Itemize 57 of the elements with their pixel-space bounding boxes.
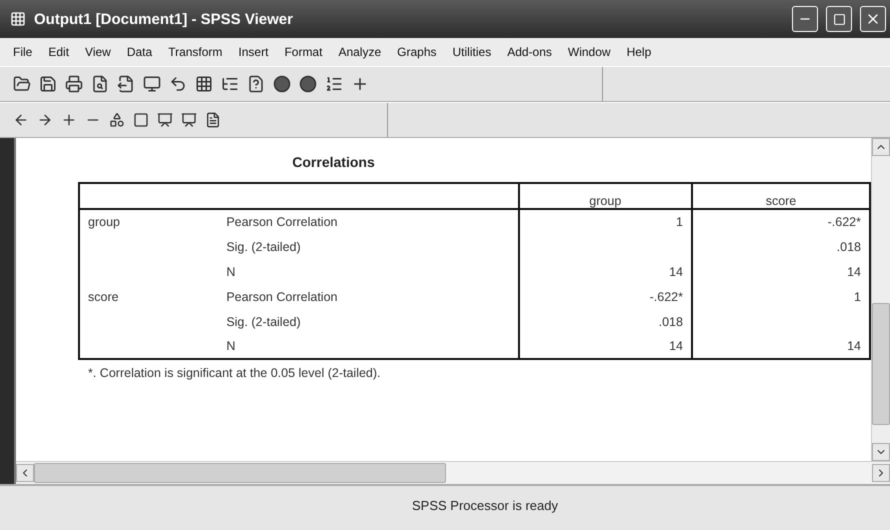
menu-item[interactable]: Format bbox=[277, 43, 330, 61]
scroll-thumb[interactable] bbox=[872, 303, 890, 425]
maximize-icon bbox=[832, 12, 846, 26]
vertical-scrollbar[interactable] bbox=[871, 138, 890, 461]
scroll-thumb[interactable] bbox=[34, 463, 446, 483]
table-title: Correlations bbox=[291, 154, 376, 170]
menu-item[interactable]: Data bbox=[120, 43, 160, 61]
footnote: *. Correlation is significant at the 0.05 level (2-tailed). bbox=[88, 366, 382, 380]
menu-item[interactable]: Window bbox=[560, 43, 618, 61]
menu-item[interactable]: Analyze bbox=[331, 43, 388, 61]
window-title: Output1 [Document1] - SPSS Viewer bbox=[34, 10, 294, 28]
row-label: score bbox=[79, 284, 218, 309]
menu-item[interactable]: Utilities bbox=[446, 43, 498, 61]
shapes-icon[interactable] bbox=[108, 111, 126, 129]
circle-icon[interactable] bbox=[272, 74, 292, 94]
row-label: Sig. (2-tailed) bbox=[218, 234, 519, 259]
presentation-icon[interactable] bbox=[156, 111, 174, 129]
menu-item[interactable]: Graphs bbox=[390, 43, 444, 61]
menu-item[interactable]: Insert bbox=[231, 43, 276, 61]
menu-item[interactable]: File bbox=[6, 43, 40, 61]
scroll-left-button[interactable] bbox=[16, 464, 34, 482]
printer-icon[interactable] bbox=[64, 74, 84, 94]
minimize-button[interactable] bbox=[792, 6, 818, 32]
export-icon[interactable] bbox=[116, 74, 136, 94]
row-label: N bbox=[218, 334, 519, 359]
monitor-icon[interactable] bbox=[142, 74, 162, 94]
row-label: Sig. (2-tailed) bbox=[218, 309, 519, 334]
scroll-right-button[interactable] bbox=[872, 464, 890, 482]
column-header: score bbox=[692, 183, 870, 209]
menu-item[interactable]: Help bbox=[620, 43, 658, 61]
row-label: N bbox=[218, 259, 519, 284]
menu-item[interactable]: Transform bbox=[161, 43, 230, 61]
document-icon[interactable] bbox=[204, 111, 222, 129]
table-cell: 14 bbox=[518, 334, 692, 359]
maximize-button[interactable] bbox=[826, 6, 852, 32]
presentation-icon[interactable] bbox=[180, 111, 198, 129]
close-button[interactable] bbox=[860, 6, 886, 32]
horizontal-scrollbar[interactable] bbox=[16, 461, 890, 484]
app-icon bbox=[10, 11, 26, 27]
menu-item[interactable]: Edit bbox=[41, 43, 76, 61]
menu-item[interactable]: View bbox=[78, 43, 118, 61]
scroll-up-button[interactable] bbox=[872, 138, 890, 156]
table-cell: 14 bbox=[518, 259, 692, 284]
column-header: group bbox=[518, 183, 692, 209]
save-icon[interactable] bbox=[38, 74, 58, 94]
menu-item[interactable]: Add-ons bbox=[500, 43, 559, 61]
row-label: group bbox=[79, 209, 218, 234]
table-cell: .018 bbox=[518, 309, 692, 334]
table-cell: -.622* bbox=[518, 284, 692, 309]
status-text: SPSS Processor is ready bbox=[412, 498, 558, 513]
row-label: Pearson Correlation bbox=[218, 209, 519, 234]
row-label: Pearson Correlation bbox=[218, 284, 519, 309]
circle-icon[interactable] bbox=[298, 74, 318, 94]
scroll-down-button[interactable] bbox=[872, 443, 890, 461]
square-icon[interactable] bbox=[132, 111, 150, 129]
grid-icon[interactable] bbox=[194, 74, 214, 94]
table-cell: 1 bbox=[518, 209, 692, 234]
